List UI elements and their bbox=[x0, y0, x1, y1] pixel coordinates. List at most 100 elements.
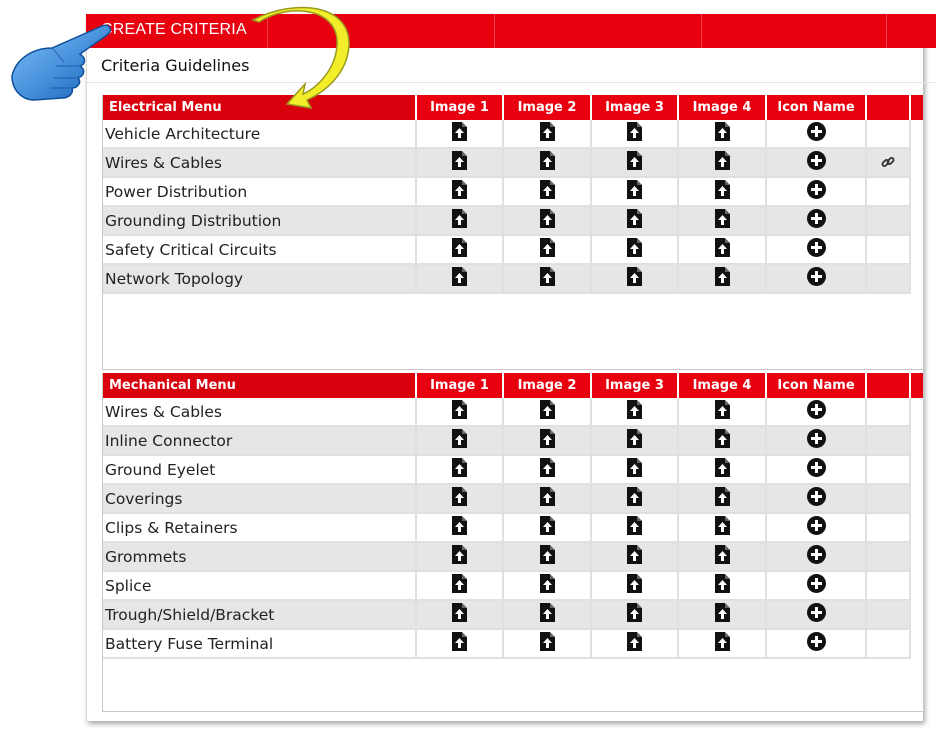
file-upload-icon[interactable] bbox=[627, 487, 642, 510]
file-upload-icon[interactable] bbox=[627, 429, 642, 452]
image-1-cell bbox=[416, 571, 504, 601]
file-upload-icon[interactable] bbox=[539, 574, 555, 597]
file-upload-icon[interactable] bbox=[452, 122, 467, 145]
plus-circle-icon[interactable] bbox=[806, 458, 826, 481]
file-upload-icon[interactable] bbox=[452, 151, 467, 174]
file-upload-icon[interactable] bbox=[627, 151, 642, 174]
file-upload-icon[interactable] bbox=[627, 632, 642, 655]
image-2-cell bbox=[503, 177, 592, 207]
file-upload-icon[interactable] bbox=[627, 458, 642, 481]
file-upload-icon[interactable] bbox=[539, 180, 555, 203]
file-upload-icon[interactable] bbox=[627, 545, 642, 568]
file-upload-icon[interactable] bbox=[714, 545, 730, 568]
plus-circle-icon[interactable] bbox=[806, 209, 826, 232]
file-upload-icon[interactable] bbox=[539, 151, 555, 174]
file-upload-icon[interactable] bbox=[539, 122, 555, 145]
file-upload-icon[interactable] bbox=[452, 180, 467, 203]
file-upload-icon[interactable] bbox=[539, 267, 555, 290]
file-upload-icon[interactable] bbox=[714, 238, 730, 261]
image-3-cell bbox=[591, 206, 679, 236]
table-row: Vehicle Architecture bbox=[103, 120, 923, 149]
file-upload-icon[interactable] bbox=[714, 603, 730, 626]
file-upload-icon[interactable] bbox=[714, 151, 730, 174]
file-upload-icon[interactable] bbox=[714, 180, 730, 203]
row-spacer bbox=[910, 235, 923, 264]
file-upload-icon[interactable] bbox=[627, 574, 642, 597]
file-upload-icon[interactable] bbox=[714, 400, 730, 423]
link-cell bbox=[866, 206, 911, 236]
file-upload-icon[interactable] bbox=[627, 400, 642, 423]
file-upload-icon[interactable] bbox=[714, 122, 730, 145]
file-upload-icon[interactable] bbox=[627, 209, 642, 232]
link-icon[interactable] bbox=[881, 154, 895, 173]
image-1-cell bbox=[416, 542, 504, 572]
image-4-cell bbox=[678, 398, 767, 427]
file-upload-icon[interactable] bbox=[539, 632, 555, 655]
file-upload-icon[interactable] bbox=[539, 487, 555, 510]
plus-circle-icon[interactable] bbox=[806, 400, 826, 423]
file-upload-icon[interactable] bbox=[452, 267, 467, 290]
file-upload-icon[interactable] bbox=[452, 487, 467, 510]
file-upload-icon[interactable] bbox=[714, 209, 730, 232]
file-upload-icon[interactable] bbox=[627, 603, 642, 626]
file-upload-icon[interactable] bbox=[452, 458, 467, 481]
file-upload-icon[interactable] bbox=[539, 429, 555, 452]
plus-circle-icon[interactable] bbox=[806, 603, 826, 626]
file-upload-icon[interactable] bbox=[452, 516, 467, 539]
image-4-cell bbox=[678, 148, 767, 178]
plus-circle-icon[interactable] bbox=[806, 516, 826, 539]
file-upload-icon[interactable] bbox=[539, 603, 555, 626]
plus-circle-icon[interactable] bbox=[806, 487, 826, 510]
row-spacer bbox=[910, 426, 923, 455]
file-upload-icon[interactable] bbox=[452, 400, 467, 423]
link-cell bbox=[866, 542, 911, 572]
file-upload-icon[interactable] bbox=[539, 209, 555, 232]
file-upload-icon[interactable] bbox=[539, 238, 555, 261]
file-upload-icon[interactable] bbox=[452, 238, 467, 261]
menu-item-name: Inline Connector bbox=[103, 426, 417, 456]
file-upload-icon[interactable] bbox=[714, 516, 730, 539]
plus-circle-icon[interactable] bbox=[806, 429, 826, 452]
file-upload-icon[interactable] bbox=[452, 209, 467, 232]
mechanical-menu-table: Mechanical Menu Image 1 Image 2 Image 3 … bbox=[103, 373, 923, 659]
plus-circle-icon[interactable] bbox=[806, 632, 826, 655]
link-cell bbox=[866, 120, 911, 149]
file-upload-icon[interactable] bbox=[714, 632, 730, 655]
plus-circle-icon[interactable] bbox=[806, 545, 826, 568]
file-upload-icon[interactable] bbox=[627, 516, 642, 539]
file-upload-icon[interactable] bbox=[714, 267, 730, 290]
file-upload-icon[interactable] bbox=[452, 545, 467, 568]
plus-circle-icon[interactable] bbox=[806, 267, 826, 290]
file-upload-icon[interactable] bbox=[714, 458, 730, 481]
file-upload-icon[interactable] bbox=[452, 429, 467, 452]
file-upload-icon[interactable] bbox=[452, 603, 467, 626]
file-upload-icon[interactable] bbox=[539, 400, 555, 423]
row-spacer bbox=[910, 571, 923, 600]
image-1-cell bbox=[416, 398, 504, 427]
image-1-cell bbox=[416, 629, 504, 659]
file-upload-icon[interactable] bbox=[627, 267, 642, 290]
menu-item-name: Trough/Shield/Bracket bbox=[103, 600, 417, 630]
file-upload-icon[interactable] bbox=[452, 632, 467, 655]
file-upload-icon[interactable] bbox=[452, 574, 467, 597]
file-upload-icon[interactable] bbox=[539, 458, 555, 481]
plus-circle-icon[interactable] bbox=[806, 180, 826, 203]
file-upload-icon[interactable] bbox=[714, 429, 730, 452]
image-2-cell bbox=[503, 513, 592, 543]
image-4-cell bbox=[678, 455, 767, 485]
row-spacer bbox=[910, 455, 923, 484]
column-header-image-1: Image 1 bbox=[416, 95, 504, 120]
plus-circle-icon[interactable] bbox=[806, 151, 826, 174]
plus-circle-icon[interactable] bbox=[806, 238, 826, 261]
file-upload-icon[interactable] bbox=[627, 180, 642, 203]
plus-circle-icon[interactable] bbox=[806, 574, 826, 597]
file-upload-icon[interactable] bbox=[714, 487, 730, 510]
file-upload-icon[interactable] bbox=[714, 574, 730, 597]
column-header-spacer bbox=[910, 373, 923, 398]
menu-item-name: Power Distribution bbox=[103, 177, 417, 207]
plus-circle-icon[interactable] bbox=[806, 122, 826, 145]
file-upload-icon[interactable] bbox=[627, 238, 642, 261]
file-upload-icon[interactable] bbox=[627, 122, 642, 145]
file-upload-icon[interactable] bbox=[539, 516, 555, 539]
file-upload-icon[interactable] bbox=[539, 545, 555, 568]
